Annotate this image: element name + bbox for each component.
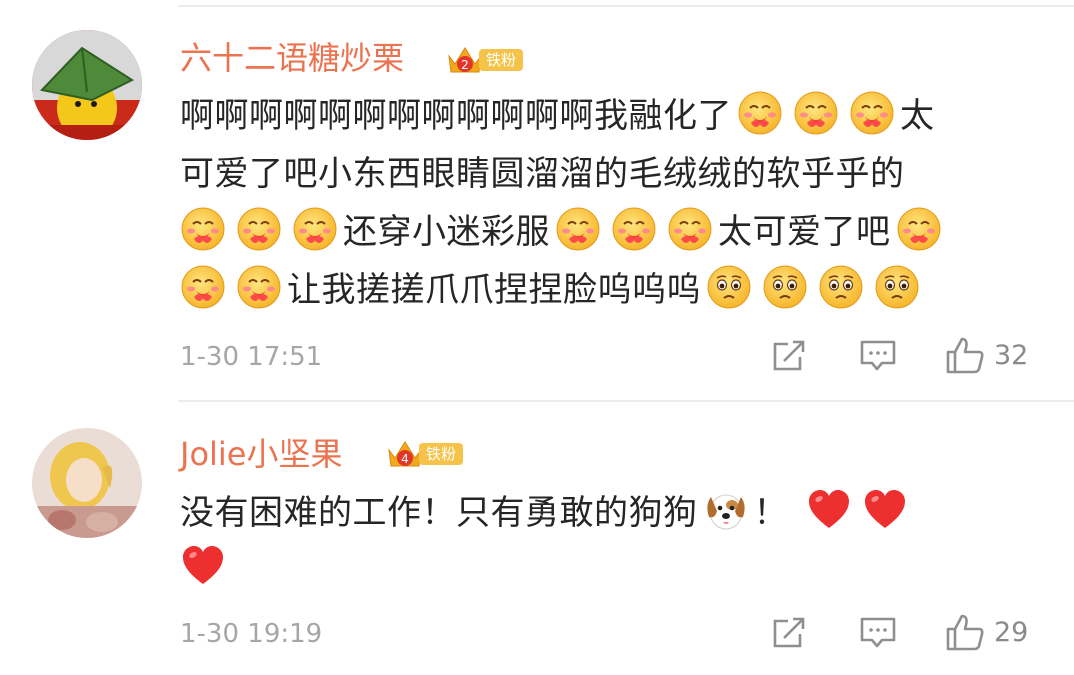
username[interactable]: 六十二语糖炒栗: [180, 38, 404, 78]
hugging-face-emoji: [180, 264, 226, 310]
pleading-face-emoji: [818, 264, 864, 310]
comment-button[interactable]: [858, 614, 898, 652]
like-count: 29: [994, 616, 1029, 648]
hugging-face-emoji: [611, 206, 657, 252]
hugging-face-emoji: [896, 206, 942, 252]
pleading-face-emoji: [706, 264, 752, 310]
text-span: ！: [753, 493, 788, 533]
text-span: 可爱了吧小东西眼睛圆溜溜的毛绒绒的软乎乎的: [180, 154, 905, 194]
text-span: 没有困难的工作！只有勇敢的狗狗: [180, 493, 698, 533]
comment-icon: [860, 340, 896, 371]
hugging-face-emoji: [737, 90, 783, 136]
hugging-face-emoji: [180, 206, 226, 252]
fan-badge[interactable]: 2 铁粉: [445, 42, 524, 78]
hugging-face-emoji: [292, 206, 338, 252]
badge-label: 铁粉: [419, 443, 464, 465]
thumbs-up-icon: [946, 614, 984, 651]
username[interactable]: Jolie小坚果: [180, 434, 343, 474]
hugging-face-emoji: [555, 206, 601, 252]
avatar[interactable]: [32, 428, 142, 538]
comment-text-line: 没有困难的工作！只有勇敢的狗狗 ！: [180, 487, 913, 539]
hugging-face-emoji: [667, 206, 713, 252]
comment-time: 1-30 19:19: [180, 619, 323, 649]
share-icon: [773, 340, 805, 371]
thumbs-up-icon: [946, 337, 984, 374]
like-button[interactable]: 32: [944, 334, 1028, 376]
text-span: 还穿小迷彩服: [343, 212, 550, 252]
comment-text-line: 让我搓搓爪爪捏捏脸呜呜呜: [180, 264, 925, 316]
like-count: 32: [994, 339, 1029, 371]
badge-level: 2: [461, 58, 469, 72]
comment-text-line: 啊啊啊啊啊啊啊啊啊啊啊啊我融化了 太: [180, 90, 935, 142]
share-button[interactable]: [770, 614, 808, 652]
text-span: 太: [900, 96, 935, 136]
fan-badge[interactable]: 4 铁粉: [385, 436, 464, 472]
comment-time: 1-30 17:51: [180, 342, 323, 372]
hugging-face-emoji: [849, 90, 895, 136]
comment-text-line: 可爱了吧小东西眼睛圆溜溜的毛绒绒的软乎乎的: [180, 148, 905, 200]
comment-button[interactable]: [858, 337, 898, 375]
badge-level: 4: [401, 452, 409, 466]
comment-icon: [860, 617, 896, 648]
red-heart-emoji: [806, 487, 852, 533]
text-span: 啊啊啊啊啊啊啊啊啊啊啊啊我融化了: [180, 96, 732, 136]
badge-label: 铁粉: [479, 49, 524, 71]
dog-face-emoji: [703, 487, 749, 533]
hugging-face-emoji: [793, 90, 839, 136]
avatar[interactable]: [32, 30, 142, 140]
red-heart-emoji: [180, 543, 226, 589]
text-span: 让我搓搓爪爪捏捏脸呜呜呜: [287, 270, 701, 310]
top-divider: [178, 5, 1074, 7]
red-heart-emoji: [862, 487, 908, 533]
hugging-face-emoji: [236, 264, 282, 310]
text-span: 太可爱了吧: [718, 212, 891, 252]
pleading-face-emoji: [874, 264, 920, 310]
share-button[interactable]: [770, 337, 808, 375]
comment-text-line: [180, 543, 231, 595]
like-button[interactable]: 29: [944, 611, 1028, 653]
hugging-face-emoji: [236, 206, 282, 252]
comment-text-line: 还穿小迷彩服 太可爱了吧: [180, 206, 947, 258]
pleading-face-emoji: [762, 264, 808, 310]
share-icon: [773, 617, 805, 648]
comment-divider: [178, 400, 1074, 402]
